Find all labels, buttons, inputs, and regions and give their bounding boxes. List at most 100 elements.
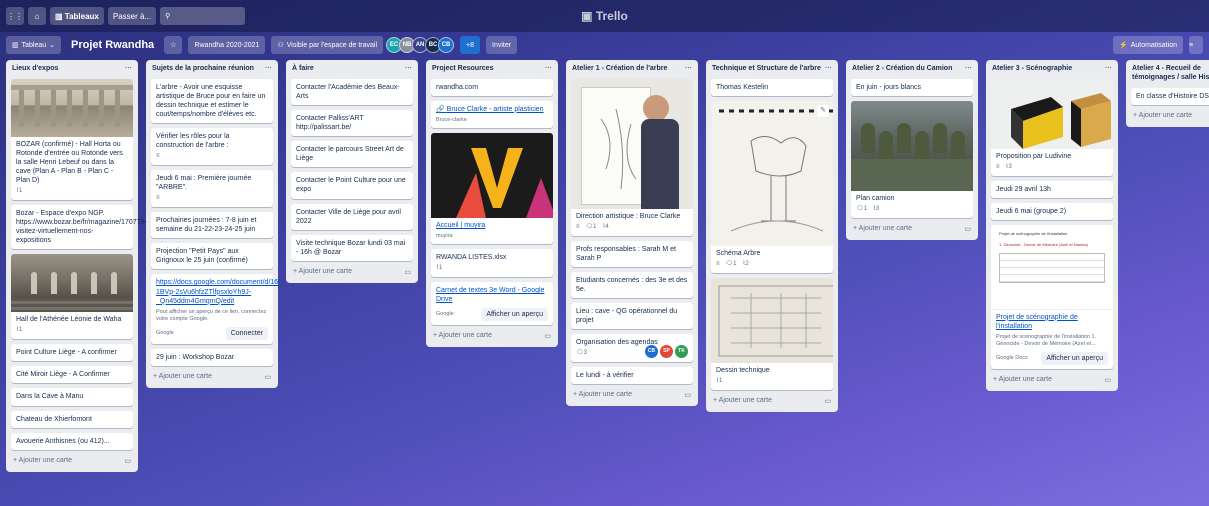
list-header[interactable]: Lieux d'expos ··· bbox=[11, 64, 133, 74]
card-link[interactable]: Projet de scénographie de l'installation bbox=[996, 313, 1108, 331]
card[interactable]: Dans la Cave à Manu bbox=[11, 388, 133, 406]
card[interactable]: Contacter Ville de Liège pour avril 2022 bbox=[291, 203, 413, 230]
card-action-button[interactable]: Afficher un aperçu bbox=[1041, 352, 1108, 366]
card-link[interactable]: https://docs.google.com/document/d/16-1B… bbox=[156, 278, 281, 305]
list-header[interactable]: Atelier 2 - Création du Camion ··· bbox=[851, 64, 973, 74]
card[interactable]: En juin - jours blancs bbox=[851, 78, 973, 96]
card[interactable]: Proposition par Ludivine ≡ ⌇3 bbox=[991, 78, 1113, 176]
card[interactable]: ✎ Schéma Arbre ≡ 🗨1 ⌇2 bbox=[711, 100, 833, 273]
home-icon[interactable]: ⌂ bbox=[28, 7, 46, 25]
list-header[interactable]: Project Resources ··· bbox=[431, 64, 553, 74]
workspace-button[interactable]: Rwandha 2020-2021 bbox=[188, 36, 266, 54]
card[interactable]: Jeudi 6 mai : Première journée "ARBRE". ≡ bbox=[151, 170, 273, 208]
card[interactable]: Carnet de textes 3e Word - Google Drive G… bbox=[431, 282, 553, 326]
list-menu-icon[interactable]: ··· bbox=[965, 65, 972, 74]
template-icon[interactable]: ▭ bbox=[684, 391, 691, 399]
star-button[interactable]: ☆ bbox=[164, 36, 183, 54]
card-action-button[interactable]: Connecter bbox=[225, 327, 268, 341]
list-menu-icon[interactable]: ··· bbox=[825, 65, 832, 74]
automation-button[interactable]: ⚡ Automatisation bbox=[1112, 36, 1183, 54]
card[interactable]: Jeudi 29 avril 13h bbox=[991, 180, 1113, 198]
card[interactable]: Organisation des agendas 🗨3 CB SP TK bbox=[571, 334, 693, 363]
card[interactable]: Avouerie Anthisnes (ou 412)... bbox=[11, 432, 133, 450]
apps-icon[interactable]: ⋮⋮ bbox=[6, 7, 24, 25]
list-header[interactable]: Atelier 3 - Scénographie ··· bbox=[991, 64, 1113, 74]
list-header[interactable]: Atelier 1 - Création de l'arbre ··· bbox=[571, 64, 693, 74]
template-icon[interactable]: ▭ bbox=[1104, 376, 1111, 384]
list-header[interactable]: Technique et Structure de l'arbre ··· bbox=[711, 64, 833, 74]
add-card-button[interactable]: + Ajouter une carte▭ bbox=[431, 330, 553, 342]
board-title[interactable]: Projet Rwandha bbox=[67, 39, 158, 51]
list-header[interactable]: Atelier 4 - Recueil de témoignages / sal… bbox=[1131, 64, 1209, 83]
card[interactable]: Projection "Petit Pays" aux Grignoux le … bbox=[151, 243, 273, 270]
card[interactable]: Hall de l'Athénée Léonie de Waha ⌇1 bbox=[11, 254, 133, 340]
edit-pencil-icon[interactable]: ✎ bbox=[817, 104, 829, 117]
card[interactable]: Bozar - Espace d'expo NGP. https://www.b… bbox=[11, 205, 147, 250]
card-link[interactable]: 🔗 Bruce Clarke - artiste plasticien bbox=[436, 105, 548, 114]
list-menu-icon[interactable]: ··· bbox=[545, 65, 552, 74]
card[interactable]: Point Culture Liège - A confirmer bbox=[11, 344, 133, 362]
card[interactable]: RWANDA LISTES.xlsx ⌇1 bbox=[431, 249, 553, 278]
card-action-button[interactable]: Afficher un aperçu bbox=[481, 308, 548, 322]
card[interactable]: https://docs.google.com/document/d/16-1B… bbox=[151, 274, 281, 345]
card[interactable]: Plan camion 🗨1 ⌇3 bbox=[851, 100, 973, 218]
member-avatar[interactable]: TK bbox=[675, 345, 688, 359]
add-card-button[interactable]: + Ajouter une carte▭ bbox=[291, 266, 413, 278]
card[interactable]: Chateau de Xhierfomont bbox=[11, 410, 133, 428]
card[interactable]: Projet de scénographie de l'installation… bbox=[991, 224, 1113, 370]
card[interactable]: Lieu : cave - QG opérationnel du projet bbox=[571, 303, 693, 330]
list-menu-icon[interactable]: ··· bbox=[685, 65, 692, 74]
add-card-button[interactable]: + Ajouter une carte▭ bbox=[571, 389, 693, 401]
add-card-button[interactable]: + Ajouter une carte▭ bbox=[991, 374, 1113, 386]
card[interactable]: Contacter le parcours Street Art de Lièg… bbox=[291, 141, 413, 168]
add-card-button[interactable]: + Ajouter une carte▭ bbox=[711, 395, 833, 407]
list-menu-icon[interactable]: ··· bbox=[405, 65, 412, 74]
add-card-button[interactable]: + Ajouter une carte▭ bbox=[851, 223, 973, 235]
list-header[interactable]: À faire ··· bbox=[291, 64, 413, 74]
list-menu-icon[interactable]: ··· bbox=[1105, 65, 1112, 74]
filter-button[interactable]: ≡ bbox=[1189, 36, 1203, 54]
boards-button[interactable]: ▥ Tableaux bbox=[50, 7, 104, 25]
card[interactable]: Contacter Palliss'ART http://palissart.b… bbox=[291, 109, 413, 137]
card[interactable]: Direction artistique : Bruce Clarke ≡ 🗨1 ⌇4 bbox=[571, 78, 693, 236]
card[interactable]: Etudiants concernés : des 3e et des 5e. bbox=[571, 271, 693, 299]
member-avatar[interactable]: CB bbox=[438, 37, 455, 53]
add-card-button[interactable]: + Ajouter une carte▭ bbox=[151, 371, 273, 383]
jump-to-button[interactable]: Passer à... bbox=[107, 7, 157, 25]
card[interactable]: Le lundi - à vérifier bbox=[571, 367, 693, 385]
list-menu-icon[interactable]: ··· bbox=[125, 65, 132, 74]
template-icon[interactable]: ▭ bbox=[824, 397, 831, 405]
card[interactable]: Jeudi 6 mai (groupe 2) bbox=[991, 202, 1113, 220]
template-icon[interactable]: ▭ bbox=[544, 332, 551, 340]
add-card-button[interactable]: + Ajouter une carte▭ bbox=[11, 455, 133, 467]
template-icon[interactable]: ▭ bbox=[404, 268, 411, 276]
card[interactable]: L'arbre - Avoir une esquisse artistique … bbox=[151, 78, 273, 124]
list-menu-icon[interactable]: ··· bbox=[265, 65, 272, 74]
template-icon[interactable]: ▭ bbox=[124, 457, 131, 465]
search-input[interactable]: ⚲ bbox=[160, 7, 246, 25]
card[interactable]: rwandha.com bbox=[431, 78, 553, 96]
card[interactable]: Accueil | muyira muyira bbox=[431, 133, 553, 245]
card[interactable]: Prochaines journées : 7-8 juin et semain… bbox=[151, 212, 273, 239]
template-icon[interactable]: ▭ bbox=[264, 373, 271, 381]
invite-button[interactable]: Inviter bbox=[486, 36, 518, 54]
view-switcher[interactable]: ▥ Tableau ⌄ bbox=[6, 36, 62, 54]
card[interactable]: Thomas Kestelin bbox=[711, 78, 833, 96]
member-avatar[interactable]: SP bbox=[660, 345, 673, 359]
add-card-button[interactable]: + Ajouter une carte▭ bbox=[1131, 110, 1209, 122]
card[interactable]: Profs responsables : Sarah M et Sarah P bbox=[571, 240, 693, 267]
list-header[interactable]: Sujets de la prochaine réunion ··· bbox=[151, 64, 273, 74]
card[interactable]: Contacter le Point Culture pour une expo bbox=[291, 172, 413, 199]
card[interactable]: Contacter l'Académie des Beaux-Arts bbox=[291, 78, 413, 105]
card[interactable]: 29 juin : Workshop Bozar bbox=[151, 349, 273, 367]
card[interactable]: 🔗 Bruce Clarke - artiste plasticien Bruce… bbox=[431, 100, 553, 129]
member-avatar[interactable]: CB bbox=[645, 345, 658, 359]
card-link[interactable]: Accueil | muyira bbox=[436, 221, 548, 230]
card-link[interactable]: Carnet de textes 3e Word - Google Drive bbox=[436, 286, 548, 304]
card[interactable]: En classe d'Histoire DS ? bbox=[1131, 87, 1209, 105]
visibility-button[interactable]: ⚇ Visible par l'espace de travail bbox=[271, 36, 384, 54]
card[interactable]: Cité Miroir Liège - A Confirmer bbox=[11, 366, 133, 384]
template-icon[interactable]: ▭ bbox=[964, 225, 971, 233]
card[interactable]: Dessin technique ⌇1 bbox=[711, 277, 833, 390]
card[interactable]: BOZAR (confirmé) - Hall Horta ou Rotonde… bbox=[11, 78, 133, 201]
